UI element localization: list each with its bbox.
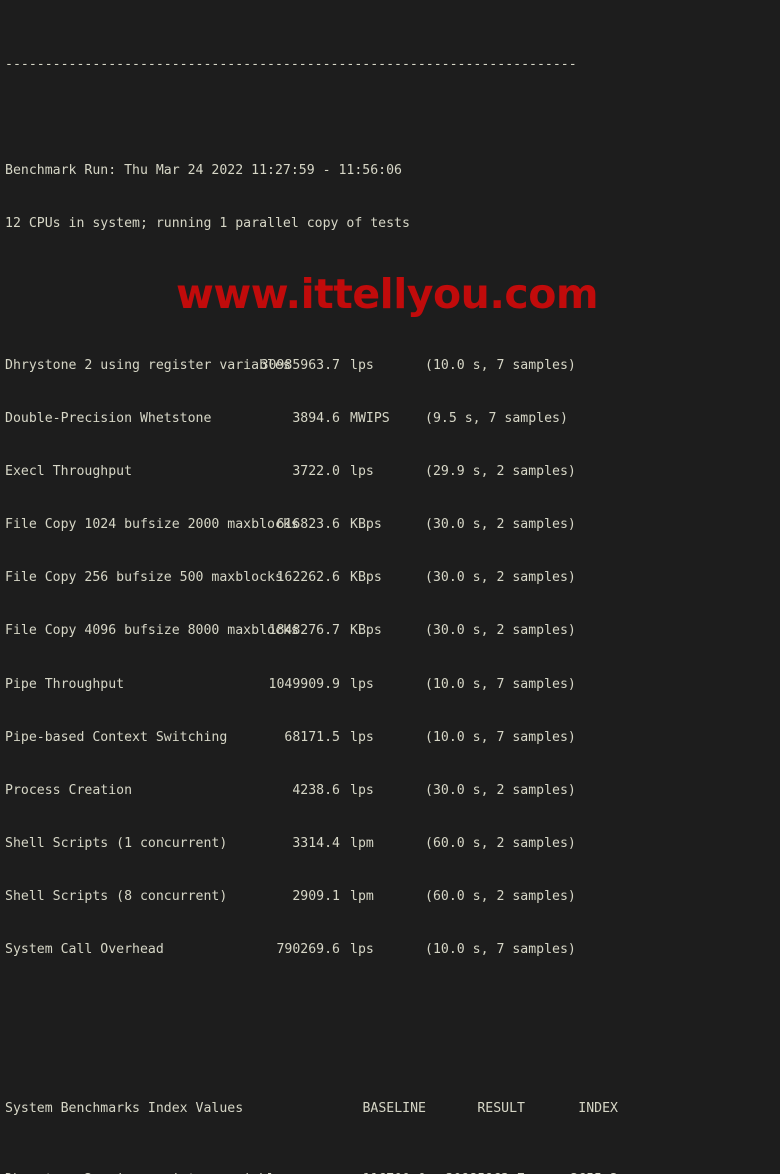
result-unit: lps <box>350 942 374 958</box>
result-name: File Copy 1024 bufsize 2000 maxblocks <box>5 517 299 533</box>
result-row: Shell Scripts (8 concurrent) 2909.1 lpm … <box>5 888 780 906</box>
result-unit: lps <box>350 729 374 745</box>
separator-rule-top: ----------------------------------------… <box>5 57 577 73</box>
result-samples: (10.0 s, 7 samples) <box>425 676 576 692</box>
result-name: System Call Overhead <box>5 942 164 958</box>
result-unit: lps <box>350 782 374 798</box>
result-value: 1848276.7 <box>268 623 340 639</box>
result-name: Process Creation <box>5 782 133 798</box>
result-row: File Copy 1024 bufsize 2000 maxblocks 61… <box>5 516 780 534</box>
result-samples: (10.0 s, 7 samples) <box>425 729 576 745</box>
result-value: 2909.1 <box>292 888 340 904</box>
index-header-row: System Benchmarks Index Values BASELINE … <box>5 1100 780 1118</box>
index-result: 30985963.7 <box>446 1171 525 1174</box>
result-row: Double-Precision Whetstone 3894.6 MWIPS … <box>5 410 780 428</box>
result-row: Dhrystone 2 using register variables 309… <box>5 357 780 375</box>
cpu-count-line: 12 CPUs in system; running 1 parallel co… <box>5 216 410 232</box>
benchmark-run-line: Benchmark Run: Thu Mar 24 2022 11:27:59 … <box>5 163 402 179</box>
result-name: Pipe-based Context Switching <box>5 729 228 745</box>
result-name: File Copy 256 bufsize 500 maxblocks <box>5 570 283 586</box>
result-unit: KBps <box>350 623 382 639</box>
index-table-title: System Benchmarks Index Values <box>5 1101 244 1117</box>
index-value: 2655.2 <box>570 1171 618 1174</box>
result-row: Pipe-based Context Switching 68171.5 lps… <box>5 729 780 747</box>
result-value: 790269.6 <box>276 942 340 958</box>
result-samples: (30.0 s, 2 samples) <box>425 517 576 533</box>
result-unit: lps <box>350 464 374 480</box>
result-value: 3894.6 <box>292 411 340 427</box>
result-samples: (10.0 s, 7 samples) <box>425 357 576 373</box>
result-value: 3722.0 <box>292 464 340 480</box>
terminal-output: ----------------------------------------… <box>0 0 780 1174</box>
result-value: 162262.6 <box>276 570 340 586</box>
result-samples: (30.0 s, 2 samples) <box>425 782 576 798</box>
result-unit: KBps <box>350 570 382 586</box>
result-name: Pipe Throughput <box>5 676 125 692</box>
result-row: File Copy 4096 bufsize 8000 maxblocks 18… <box>5 622 780 640</box>
result-unit: lps <box>350 676 374 692</box>
result-name: Execl Throughput <box>5 464 133 480</box>
result-value: 3314.4 <box>292 835 340 851</box>
result-name: Shell Scripts (8 concurrent) <box>5 888 228 904</box>
result-unit: lpm <box>350 888 374 904</box>
result-row: Process Creation 4238.6 lps (30.0 s, 2 s… <box>5 782 780 800</box>
column-header-result: RESULT <box>477 1101 525 1117</box>
index-baseline: 116700.0 <box>362 1171 426 1174</box>
index-row: Dhrystone 2 using register variables 116… <box>5 1171 780 1174</box>
result-value: 4238.6 <box>292 782 340 798</box>
column-header-baseline: BASELINE <box>362 1101 426 1117</box>
result-name: Dhrystone 2 using register variables <box>5 357 291 373</box>
result-samples: (60.0 s, 2 samples) <box>425 888 576 904</box>
result-value: 1049909.9 <box>268 676 340 692</box>
result-row: Pipe Throughput 1049909.9 lps (10.0 s, 7… <box>5 676 780 694</box>
result-value: 30985963.7 <box>260 357 340 373</box>
result-row: Execl Throughput 3722.0 lps (29.9 s, 2 s… <box>5 463 780 481</box>
result-name: Shell Scripts (1 concurrent) <box>5 835 228 851</box>
result-row: Shell Scripts (1 concurrent) 3314.4 lpm … <box>5 835 780 853</box>
result-row: System Call Overhead 790269.6 lps (10.0 … <box>5 941 780 959</box>
index-name: Dhrystone 2 using register variables <box>5 1171 291 1174</box>
result-value: 68171.5 <box>284 729 340 745</box>
result-unit: KBps <box>350 517 382 533</box>
result-unit: lps <box>350 357 374 373</box>
result-unit: MWIPS <box>350 411 390 427</box>
result-samples: (9.5 s, 7 samples) <box>425 411 568 427</box>
result-name: File Copy 4096 bufsize 8000 maxblocks <box>5 623 299 639</box>
result-unit: lpm <box>350 835 374 851</box>
result-value: 616823.6 <box>276 517 340 533</box>
result-samples: (60.0 s, 2 samples) <box>425 835 576 851</box>
column-header-index: INDEX <box>578 1101 618 1117</box>
result-samples: (30.0 s, 2 samples) <box>425 570 576 586</box>
result-samples: (10.0 s, 7 samples) <box>425 942 576 958</box>
result-samples: (29.9 s, 2 samples) <box>425 464 576 480</box>
result-row: File Copy 256 bufsize 500 maxblocks 1622… <box>5 569 780 587</box>
result-samples: (30.0 s, 2 samples) <box>425 623 576 639</box>
result-name: Double-Precision Whetstone <box>5 411 212 427</box>
